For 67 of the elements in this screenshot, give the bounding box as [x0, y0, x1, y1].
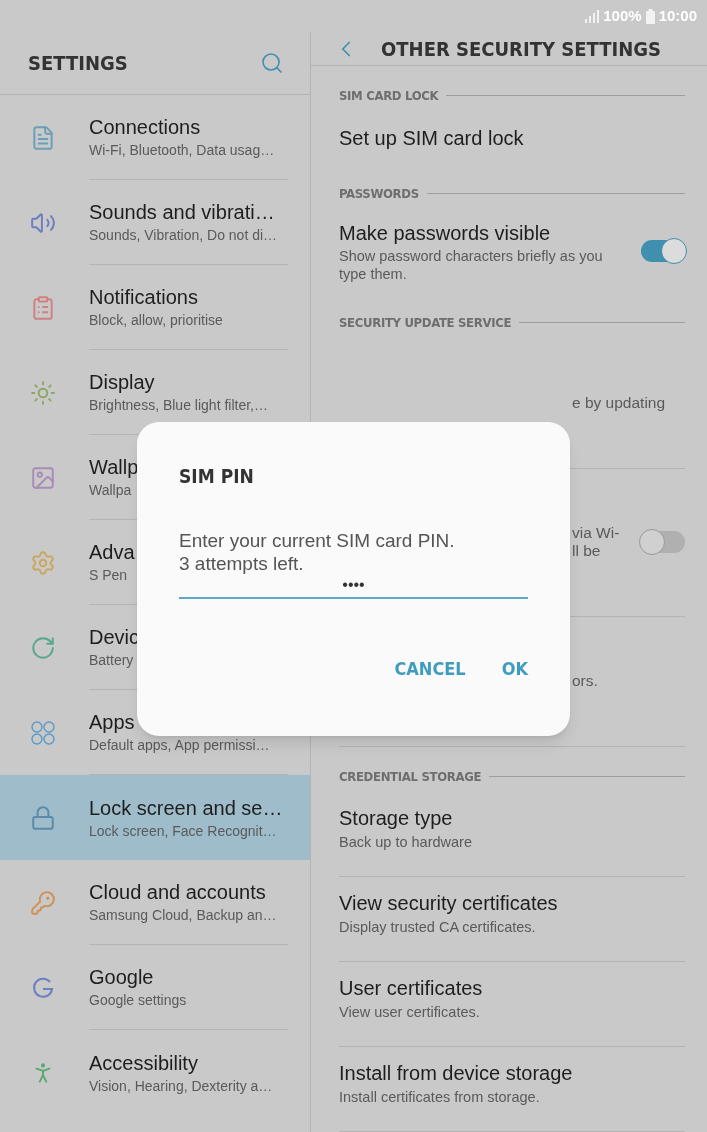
- item-title: Set up SIM card lock: [339, 125, 525, 151]
- item-title: Install from device storage: [339, 1061, 574, 1086]
- item-title: Apps: [89, 710, 135, 735]
- toggle-switch[interactable]: [641, 240, 685, 262]
- item-subtitle: Wi-Fi, Bluetooth, Data usag…: [89, 141, 275, 160]
- settings-menu-item[interactable]: Google Google settings: [0, 945, 310, 1030]
- settings-item[interactable]: Make passwords visible Show password characters briefly as you type them.: [339, 209, 685, 293]
- item-subtitle: Battery: [89, 651, 134, 670]
- section-header: CREDENTIAL STORAGE: [339, 767, 482, 786]
- item-title: Adva: [89, 540, 135, 565]
- item-title: Devic: [89, 625, 139, 650]
- settings-menu-item[interactable]: Notifications Block, allow, prioritise: [0, 265, 310, 350]
- item-subtitle: Default apps, App permissi…: [89, 736, 270, 755]
- section-header: PASSWORDS: [339, 184, 419, 203]
- item-title: Sounds and vibrati…: [89, 200, 275, 225]
- section-header: SECURITY UPDATE SERVICE: [339, 314, 512, 332]
- item-subtitle: e by updating: [572, 394, 666, 412]
- toggle-switch[interactable]: [641, 531, 685, 553]
- item-title: Lock screen and se…: [89, 795, 283, 821]
- item-subtitle: Install certificates from storage.: [339, 1088, 541, 1107]
- battery-icon: [645, 8, 655, 24]
- search-icon[interactable]: [260, 51, 284, 75]
- item-subtitle: Wallpa: [89, 481, 132, 500]
- dialog-title: SIM PIN: [179, 464, 255, 489]
- settings-menu-item[interactable]: Accessibility Vision, Hearing, Dexterity a…: [0, 1030, 310, 1115]
- item-title: Display: [89, 370, 155, 395]
- settings-item[interactable]: View security certificates Display trusted CA certificates.: [339, 877, 685, 962]
- settings-menu-item[interactable]: Cloud and accounts Samsung Cloud, Backup an…: [0, 860, 310, 945]
- settings-item[interactable]: Storage type Back up to hardware: [339, 792, 685, 877]
- item-title: User certificates: [339, 976, 484, 1001]
- item-subtitle: Display trusted CA certificates.: [339, 918, 537, 937]
- item-title: Storage type: [339, 806, 454, 831]
- item-title: Accessibility: [89, 1050, 198, 1076]
- settings-item[interactable]: Install from device storage Install certificates from storage.: [339, 1047, 685, 1132]
- panel-title: SETTINGS: [28, 50, 128, 77]
- item-subtitle: Sounds, Vibration, Do not di…: [89, 226, 278, 245]
- item-subtitle: Block, allow, prioritise: [89, 311, 223, 330]
- item-subtitle: Google settings: [89, 991, 187, 1010]
- settings-menu-item[interactable]: Lock screen and se… Lock screen, Face Recognit…: [0, 775, 310, 860]
- item-subtitle: Back up to hardware: [339, 833, 473, 852]
- item-subtitle: Lock screen, Face Recognit…: [89, 821, 277, 841]
- settings-item[interactable]: Set up SIM card lock: [339, 111, 685, 164]
- dialog-message: Enter your current SIM card PIN.: [179, 528, 456, 552]
- item-title: Google: [89, 965, 154, 990]
- section-header: SIM CARD LOCK: [339, 87, 439, 105]
- signal-icon: [585, 9, 600, 23]
- item-subtitle: Samsung Cloud, Backup an…: [89, 906, 277, 925]
- item-subtitle: View user certificates.: [339, 1003, 481, 1022]
- settings-menu-item[interactable]: Sounds and vibrati… Sounds, Vibration, Do not di…: [0, 180, 310, 265]
- pin-input-field[interactable]: ••••: [179, 574, 528, 599]
- item-title: Cloud and accounts: [89, 880, 266, 905]
- item-subtitle: Show password characters briefly as you type them.: [339, 247, 604, 283]
- item-title: Wallp: [89, 455, 139, 480]
- item-subtitle: Brightness, Blue light filter,…: [89, 396, 268, 415]
- item-subtitle: Vision, Hearing, Dexterity a…: [89, 1076, 273, 1096]
- item-subtitle: ors.: [572, 672, 598, 690]
- settings-item[interactable]: User certificates View user certificates.: [339, 962, 685, 1047]
- panel-title: OTHER SECURITY SETTINGS: [381, 35, 661, 63]
- item-subtitle: via Wi-: [572, 524, 621, 542]
- item-subtitle: ll be: [572, 542, 602, 560]
- dialog-message: 3 attempts left.: [179, 551, 305, 575]
- item-title: Make passwords visible: [339, 221, 552, 246]
- item-title: Connections: [89, 115, 201, 140]
- item-title: View security certificates: [339, 891, 559, 916]
- item-subtitle: S Pen: [89, 566, 128, 585]
- item-title: Notifications: [89, 285, 198, 310]
- settings-menu-item[interactable]: Connections Wi-Fi, Bluetooth, Data usag…: [0, 95, 310, 180]
